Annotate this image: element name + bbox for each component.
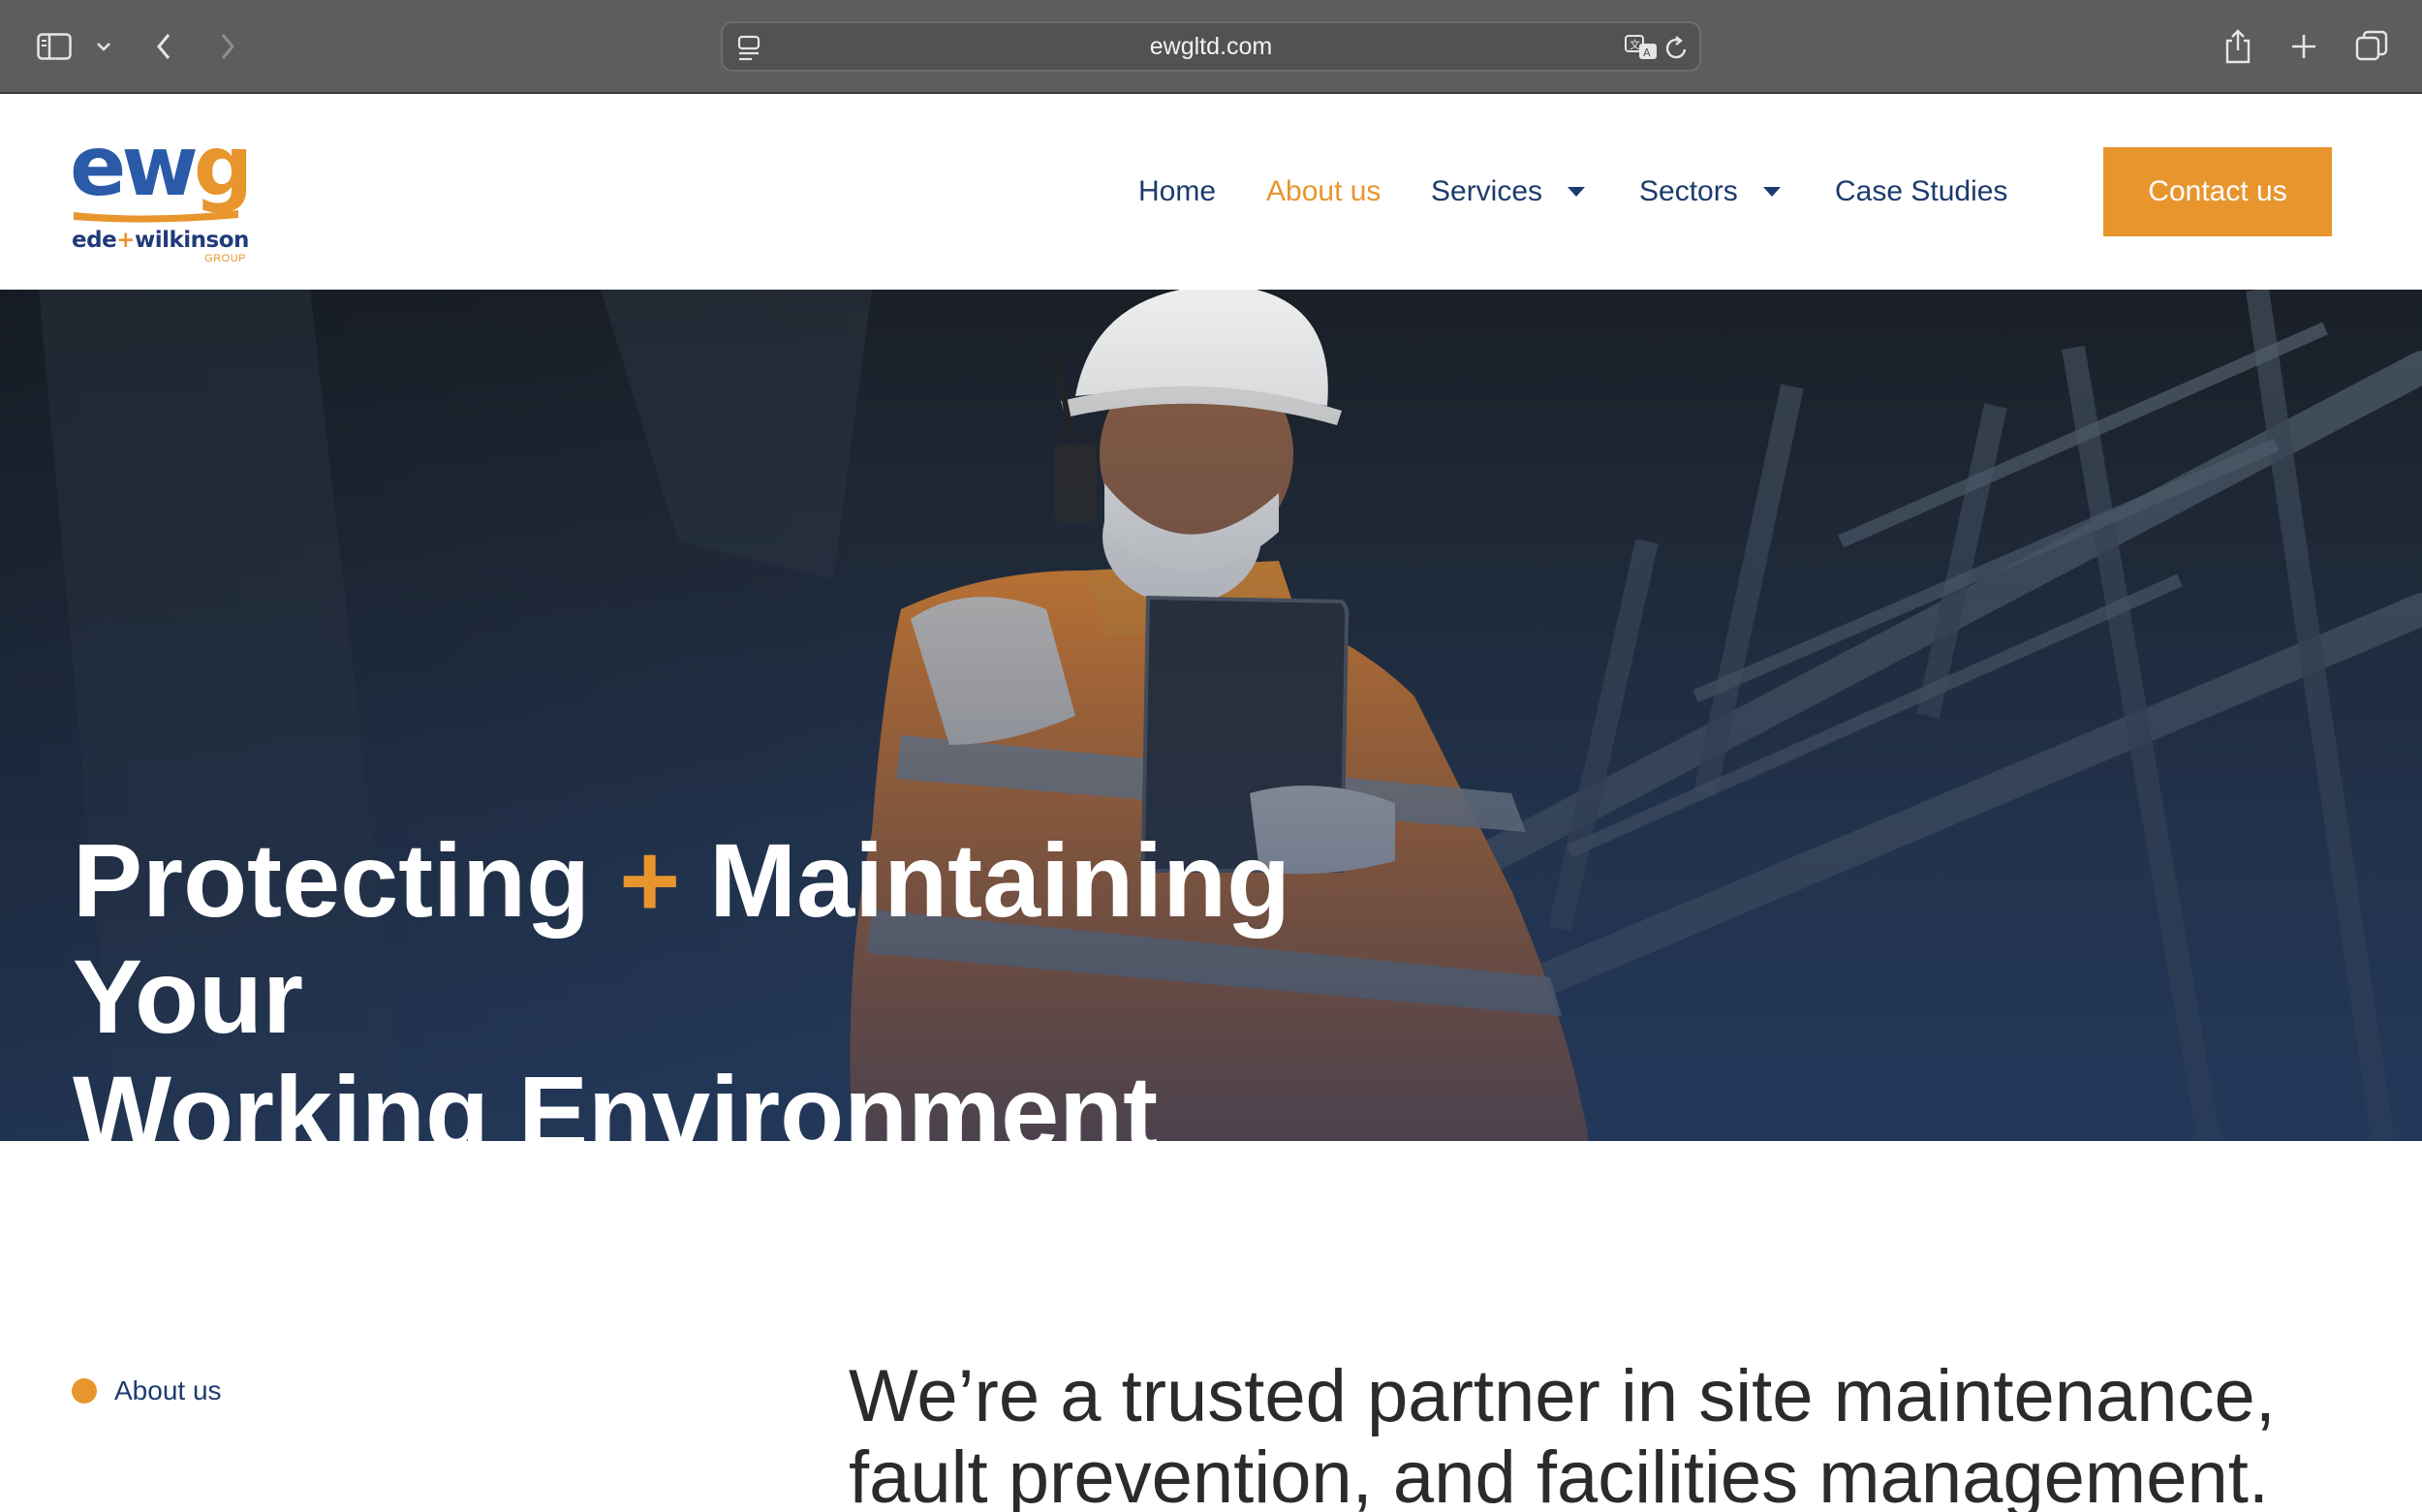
logo-mark: ewg — [70, 125, 253, 208]
logo-letter-w: w — [121, 118, 198, 215]
nav-services[interactable]: Services — [1431, 170, 1586, 214]
svg-text:A: A — [1643, 46, 1651, 59]
ewg-logo[interactable]: ewg ede+wilkinson GROUP — [70, 125, 253, 264]
logo-name: ede+wilkinson — [72, 228, 249, 253]
logo-name-ede: ede — [72, 228, 117, 253]
logo-swoosh — [74, 210, 238, 223]
caret-down-icon — [1568, 187, 1586, 197]
nav-case-studies-label: Case Studies — [1835, 175, 2008, 207]
logo-sub: GROUP — [204, 253, 246, 264]
sidebar-toggle-icon[interactable] — [35, 21, 74, 72]
nav-services-label: Services — [1431, 175, 1543, 207]
reload-icon[interactable] — [1664, 35, 1690, 62]
forward-icon[interactable] — [215, 21, 240, 72]
new-tab-icon[interactable] — [2288, 21, 2319, 72]
caret-down-icon — [1762, 187, 1781, 197]
chevron-down-icon[interactable] — [93, 21, 114, 72]
svg-text:文: 文 — [1630, 38, 1640, 51]
nav-case-studies[interactable]: Case Studies — [1835, 170, 2007, 214]
tab-overview-icon[interactable] — [2354, 21, 2389, 72]
nav-home[interactable]: Home — [1138, 170, 1216, 214]
logo-letter-g: g — [193, 118, 254, 215]
section-label-text: About us — [114, 1375, 222, 1405]
url-text[interactable]: ewgltd.com — [723, 23, 1699, 70]
hero-title-plus: + — [619, 821, 681, 939]
hero-title-part1: Protecting — [73, 821, 591, 939]
nav-sectors-label: Sectors — [1639, 175, 1738, 207]
share-icon[interactable] — [2222, 21, 2253, 72]
nav-about-us-label: About us — [1266, 175, 1382, 207]
site-header: ewg ede+wilkinson GROUP Home About us Se… — [0, 96, 2422, 290]
nav-about-us[interactable]: About us — [1266, 170, 1381, 214]
bullet-dot-icon — [72, 1378, 97, 1404]
logo-name-wilkinson: wilkinson — [134, 228, 249, 253]
back-icon[interactable] — [151, 21, 176, 72]
logo-name-plus: + — [116, 228, 135, 253]
nav-home-label: Home — [1138, 175, 1217, 207]
hero-title: Protecting + Maintaining Your Working En… — [73, 821, 1526, 1142]
hero-title-line2: Working Environment — [73, 1054, 1159, 1142]
logo-letter-e: e — [70, 118, 126, 215]
nav-sectors[interactable]: Sectors — [1639, 170, 1781, 214]
browser-toolbar: ewgltd.com 文A — [0, 0, 2422, 94]
hero-banner: Protecting + Maintaining Your Working En… — [0, 290, 2422, 1141]
contact-us-button[interactable]: Contact us — [2103, 147, 2332, 236]
section-label: About us — [72, 1375, 222, 1406]
address-bar[interactable]: ewgltd.com 文A — [721, 21, 1701, 72]
translate-icon[interactable]: 文A — [1624, 34, 1659, 61]
intro-statement: We’re a trusted partner in site maintena… — [849, 1355, 2276, 1512]
